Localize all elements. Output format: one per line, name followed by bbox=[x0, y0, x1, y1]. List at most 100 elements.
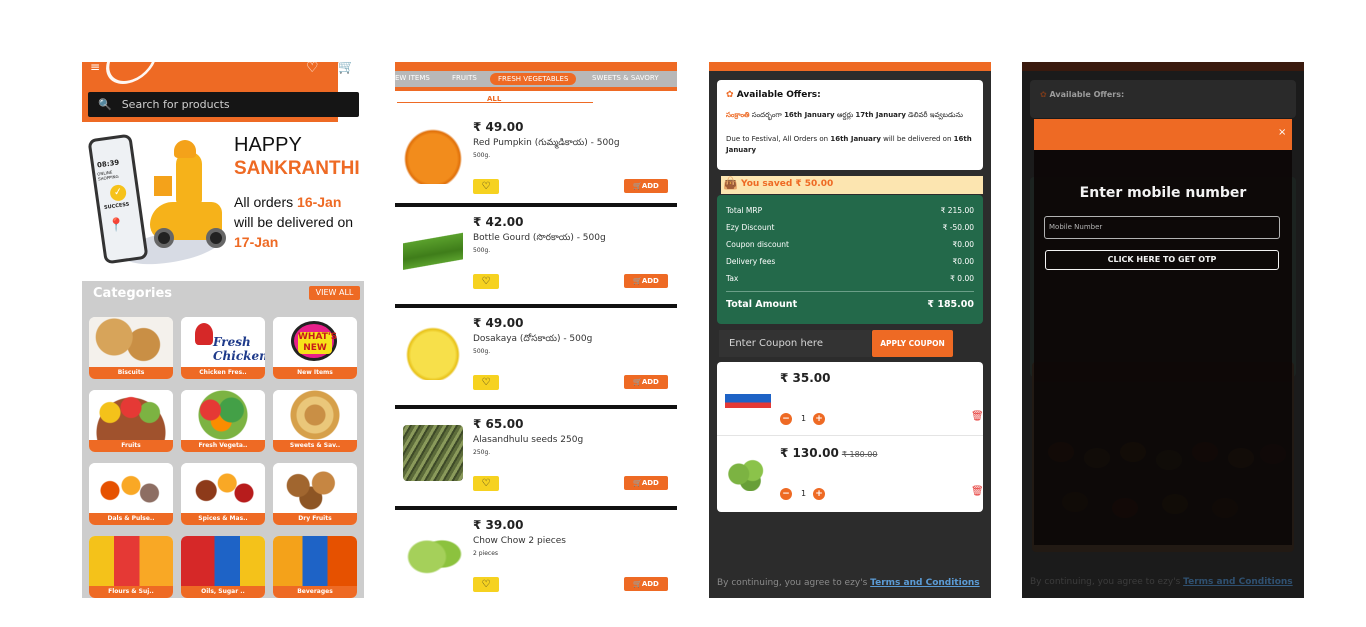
phone-status: SUCCESS bbox=[103, 201, 130, 211]
beverages-image bbox=[273, 536, 357, 586]
divider bbox=[395, 304, 677, 308]
tab-fruits[interactable]: FRUITS bbox=[452, 74, 477, 82]
fruits-image bbox=[89, 390, 173, 440]
cart-items: ₹ 35.00 − 1 + 🗑 ₹ 130.00 ₹ 180.00 − 1 + 🗑 bbox=[717, 362, 984, 512]
categories-title: Categories bbox=[93, 286, 173, 301]
terms-text: By continuing, you agree to ezy's Terms … bbox=[1030, 577, 1293, 587]
category-card[interactable]: Flours & Suj.. bbox=[89, 536, 173, 598]
add-button[interactable]: 🛒ADD bbox=[624, 476, 668, 490]
category-label: Spices & Mas.. bbox=[181, 513, 265, 525]
category-card[interactable]: Dry Fruits bbox=[273, 463, 357, 525]
offer-english-text: Due to Festival, All Orders on 16th Janu… bbox=[726, 135, 972, 154]
category-label: Biscuits bbox=[89, 367, 173, 379]
banner-happy: HAPPY bbox=[234, 134, 302, 156]
chicken-logo-text: Fresh Chicken bbox=[213, 335, 265, 363]
banner-line3: 17-Jan bbox=[234, 234, 279, 250]
product-card: ₹ 49.00 Dosakaya (దోసకాయ) - 500g 500g. ♡… bbox=[395, 304, 677, 399]
success-check-icon: ✓ bbox=[109, 183, 128, 202]
tab-sweets-savory[interactable]: SWEETS & SAVORY bbox=[592, 74, 659, 82]
terms-link[interactable]: Terms and Conditions bbox=[1183, 577, 1292, 587]
oils-image bbox=[181, 536, 265, 586]
decrease-qty-button[interactable]: − bbox=[780, 413, 792, 425]
increase-qty-button[interactable]: + bbox=[813, 488, 825, 500]
product-qty: 500g. bbox=[473, 152, 491, 159]
heart-icon: ♡ bbox=[481, 181, 491, 192]
favorite-button[interactable]: ♡ bbox=[473, 375, 499, 390]
category-label: Sweets & Sav.. bbox=[273, 440, 357, 452]
sankranthi-banner[interactable]: 08:39 ONLINE SHOPPING ✓ SUCCESS 📍 HAPPY … bbox=[82, 128, 364, 278]
cart-item-image bbox=[725, 457, 771, 491]
summary-divider bbox=[726, 291, 974, 292]
vegetables-image bbox=[181, 390, 265, 440]
decrease-qty-button[interactable]: − bbox=[780, 488, 792, 500]
product-name: Alasandhulu seeds 250g bbox=[473, 435, 584, 445]
modal-header: × bbox=[1034, 119, 1292, 150]
add-button[interactable]: 🛒ADD bbox=[624, 179, 668, 193]
product-qty: 2 pieces bbox=[473, 550, 499, 557]
tab-fresh-vegetables[interactable]: FRESH VEGETABLES bbox=[490, 73, 577, 85]
login-modal: Enter mobile number Mobile Number CLICK … bbox=[1034, 150, 1292, 545]
apply-coupon-button[interactable]: APPLY COUPON bbox=[872, 330, 953, 357]
product-image bbox=[403, 223, 463, 279]
product-price: ₹ 65.00 bbox=[473, 417, 524, 431]
product-price: ₹ 42.00 bbox=[473, 215, 524, 229]
cart-item-price: ₹ 35.00 bbox=[780, 371, 831, 385]
sweets-image bbox=[273, 390, 357, 440]
category-card[interactable]: Dals & Pulse.. bbox=[89, 463, 173, 525]
dim-offers-title: ✿ Available Offers: bbox=[1040, 90, 1125, 99]
increase-qty-button[interactable]: + bbox=[813, 413, 825, 425]
add-button[interactable]: 🛒ADD bbox=[624, 274, 668, 288]
terms-link[interactable]: Terms and Conditions bbox=[870, 578, 979, 588]
category-card[interactable]: WHAT'S NEW New Items bbox=[273, 317, 357, 379]
category-card[interactable]: Spices & Mas.. bbox=[181, 463, 265, 525]
total-row: Total Amount ₹ 185.00 bbox=[726, 299, 974, 310]
view-all-button[interactable]: VIEW ALL bbox=[309, 286, 360, 300]
product-name: Chow Chow 2 pieces bbox=[473, 536, 566, 546]
category-label: Fresh Vegeta.. bbox=[181, 440, 265, 452]
category-card[interactable]: Fresh Vegeta.. bbox=[181, 390, 265, 452]
category-card[interactable]: Oils, Sugar .. bbox=[181, 536, 265, 598]
summary-row: Ezy Discount ₹ -50.00 bbox=[726, 223, 974, 232]
tab-new-items[interactable]: EW ITEMS bbox=[395, 74, 430, 82]
product-image bbox=[403, 425, 463, 481]
search-bar[interactable]: 🔍 Search for products bbox=[88, 92, 359, 117]
dals-image bbox=[89, 463, 173, 513]
product-price: ₹ 49.00 bbox=[473, 316, 524, 330]
cart-screen: ✿ Available Offers: సంక్రాంతి సందర్భంగా … bbox=[709, 62, 991, 598]
category-card[interactable]: Beverages bbox=[273, 536, 357, 598]
get-otp-button[interactable]: CLICK HERE TO GET OTP bbox=[1045, 250, 1279, 270]
divider bbox=[395, 506, 677, 510]
coupon-input[interactable]: Enter Coupon here bbox=[719, 330, 871, 357]
favorite-button[interactable]: ♡ bbox=[473, 577, 499, 592]
category-card[interactable]: Fruits bbox=[89, 390, 173, 452]
cart-header-strip bbox=[709, 62, 991, 71]
category-label: Dals & Pulse.. bbox=[89, 513, 173, 525]
favorite-button[interactable]: ♡ bbox=[473, 274, 499, 289]
wishlist-icon[interactable]: ♡ bbox=[306, 62, 319, 76]
subtab-underline bbox=[397, 102, 593, 103]
add-button[interactable]: 🛒ADD bbox=[624, 375, 668, 389]
search-input[interactable]: Search for products bbox=[122, 98, 230, 111]
add-button[interactable]: 🛒ADD bbox=[624, 577, 668, 591]
menu-icon[interactable]: ≡ bbox=[90, 62, 100, 73]
delete-icon[interactable]: 🗑 bbox=[971, 411, 984, 422]
product-name: Bottle Gourd (సొరకాయ) - 500g bbox=[473, 233, 606, 243]
category-card[interactable]: Fresh Chicken Chicken Fres.. bbox=[181, 317, 265, 379]
offer-icon: ✿ bbox=[1040, 90, 1047, 99]
heart-icon: ♡ bbox=[481, 579, 491, 590]
category-card[interactable]: Sweets & Sav.. bbox=[273, 390, 357, 452]
divider bbox=[395, 203, 677, 207]
login-screen: ✿ Available Offers: × Enter mobile numbe… bbox=[1022, 62, 1304, 598]
product-card: ₹ 65.00 Alasandhulu seeds 250g 250g. ♡ 🛒… bbox=[395, 405, 677, 500]
cart-item-qty: 1 bbox=[801, 489, 807, 498]
summary-row: Total MRP ₹ 215.00 bbox=[726, 206, 974, 215]
savings-icon: 👜 bbox=[723, 176, 738, 190]
product-name: Dosakaya (దోసకాయ) - 500g bbox=[473, 334, 593, 344]
phone-illustration: 08:39 ONLINE SHOPPING ✓ SUCCESS bbox=[87, 133, 149, 265]
delete-icon[interactable]: 🗑 bbox=[971, 486, 984, 497]
close-icon[interactable]: × bbox=[1278, 127, 1286, 138]
mobile-number-input[interactable]: Mobile Number bbox=[1044, 216, 1280, 239]
favorite-button[interactable]: ♡ bbox=[473, 476, 499, 491]
favorite-button[interactable]: ♡ bbox=[473, 179, 499, 194]
category-card[interactable]: Biscuits bbox=[89, 317, 173, 379]
